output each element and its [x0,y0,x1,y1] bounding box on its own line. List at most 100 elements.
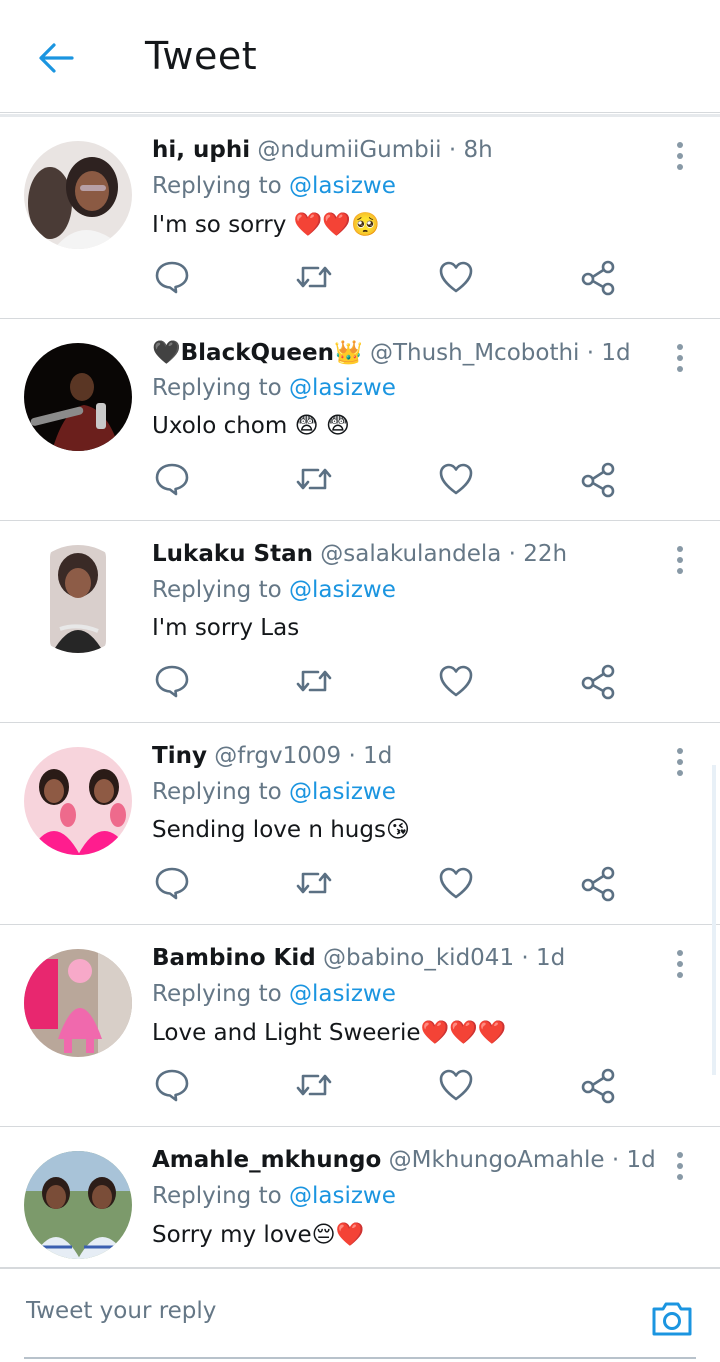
user-handle[interactable]: @salakulandela [320,541,501,567]
reply-button[interactable] [152,863,192,903]
replying-to: Replying to @lasizwe [152,779,396,805]
comment-icon [155,463,189,496]
tweet-actions [152,257,632,297]
replying-to-user-link[interactable]: @lasizwe [289,779,396,805]
display-name[interactable]: Lukaku Stan [152,541,313,567]
reply-button[interactable] [152,459,192,499]
avatar[interactable] [24,545,132,653]
more-options-button[interactable] [668,745,692,779]
more-vertical-icon [677,950,683,978]
replying-to: Replying to @lasizwe [152,1183,396,1209]
share-icon [581,664,615,700]
share-icon [581,260,615,296]
page-title: Tweet [145,34,258,78]
heart-icon [439,867,473,899]
reply-tweet[interactable]: Bambino Kid @babino_kid041 · 1d Replying… [0,925,720,1127]
retweet-icon [296,468,332,490]
timestamp: · 8h [448,137,493,163]
replying-to-user-link[interactable]: @lasizwe [289,375,396,401]
display-name[interactable]: 🖤BlackQueen👑 [152,340,363,366]
tweet-header: 🖤BlackQueen👑 @Thush_Mcobothi · 1d [152,339,631,366]
back-button[interactable] [34,36,78,80]
retweet-button[interactable] [294,1065,334,1105]
comment-icon [155,867,189,900]
retweet-icon [296,670,332,692]
tweet-actions [152,459,632,499]
comment-icon [155,261,189,294]
camera-icon [652,1302,692,1336]
timestamp: · 22h [508,541,568,567]
retweet-button[interactable] [294,661,334,701]
reply-button[interactable] [152,1065,192,1105]
more-options-button[interactable] [668,341,692,375]
tweet-header: Bambino Kid @babino_kid041 · 1d [152,945,565,971]
reply-input[interactable] [24,1289,628,1333]
display-name[interactable]: Bambino Kid [152,945,316,971]
retweet-icon [296,872,332,894]
more-vertical-icon [677,142,683,170]
like-button[interactable] [436,661,476,701]
user-handle[interactable]: @MkhungoAmahle [389,1147,605,1173]
replying-to-user-link[interactable]: @lasizwe [289,577,396,603]
avatar[interactable] [24,1151,132,1259]
input-underline [24,1357,696,1359]
more-options-button[interactable] [668,543,692,577]
reply-tweet[interactable]: Tiny @frgv1009 · 1d Replying to @lasizwe… [0,723,720,925]
user-handle[interactable]: @Thush_Mcobothi [370,340,579,366]
tweet-text: Sorry my love😔❤️ [152,1222,365,1248]
tweet-header: Amahle_mkhungo @MkhungoAmahle · 1d [152,1147,656,1173]
heart-icon [439,1069,473,1101]
more-options-button[interactable] [668,1149,692,1183]
more-vertical-icon [677,344,683,372]
replying-to-label: Replying to [152,375,282,401]
share-button[interactable] [578,257,618,297]
share-button[interactable] [578,863,618,903]
reply-button[interactable] [152,661,192,701]
reply-tweet[interactable]: Lukaku Stan @salakulandela · 22h Replyin… [0,521,720,723]
avatar[interactable] [24,343,132,451]
reply-tweet[interactable]: hi, uphi @ndumiiGumbii · 8h Replying to … [0,117,720,319]
replying-to-user-link[interactable]: @lasizwe [289,1183,396,1209]
display-name[interactable]: hi, uphi [152,137,250,163]
avatar[interactable] [24,949,132,1057]
camera-button[interactable] [650,1299,694,1339]
retweet-icon [296,1074,332,1096]
share-button[interactable] [578,1065,618,1105]
replying-to-user-link[interactable]: @lasizwe [289,981,396,1007]
avatar[interactable] [24,747,132,855]
user-handle[interactable]: @babino_kid041 [323,945,514,971]
retweet-button[interactable] [294,459,334,499]
tweet-text: I'm so sorry ❤️❤️🥺 [152,212,380,238]
retweet-button[interactable] [294,863,334,903]
reply-tweet[interactable]: Amahle_mkhungo @MkhungoAmahle · 1d Reply… [0,1127,720,1267]
more-vertical-icon [677,546,683,574]
reply-list[interactable]: hi, uphi @ndumiiGumbii · 8h Replying to … [0,117,720,1267]
scrollbar[interactable] [712,765,716,1075]
timestamp: · 1d [348,743,393,769]
top-bar: Tweet [0,0,720,113]
avatar[interactable] [24,141,132,249]
like-button[interactable] [436,459,476,499]
like-button[interactable] [436,257,476,297]
replying-to: Replying to @lasizwe [152,173,396,199]
user-handle[interactable]: @frgv1009 [214,743,341,769]
tweet-actions [152,1065,632,1105]
comment-icon [155,665,189,698]
display-name[interactable]: Tiny [152,743,207,769]
more-options-button[interactable] [668,139,692,173]
share-button[interactable] [578,459,618,499]
reply-tweet[interactable]: 🖤BlackQueen👑 @Thush_Mcobothi · 1d Replyi… [0,319,720,521]
replying-to-user-link[interactable]: @lasizwe [289,173,396,199]
heart-icon [439,665,473,697]
tweet-header: hi, uphi @ndumiiGumbii · 8h [152,137,493,163]
retweet-button[interactable] [294,257,334,297]
tweet-actions [152,661,632,701]
more-options-button[interactable] [668,947,692,981]
share-button[interactable] [578,661,618,701]
user-handle[interactable]: @ndumiiGumbii [257,137,441,163]
like-button[interactable] [436,863,476,903]
like-button[interactable] [436,1065,476,1105]
reply-button[interactable] [152,257,192,297]
display-name[interactable]: Amahle_mkhungo [152,1147,381,1173]
replying-to: Replying to @lasizwe [152,577,396,603]
